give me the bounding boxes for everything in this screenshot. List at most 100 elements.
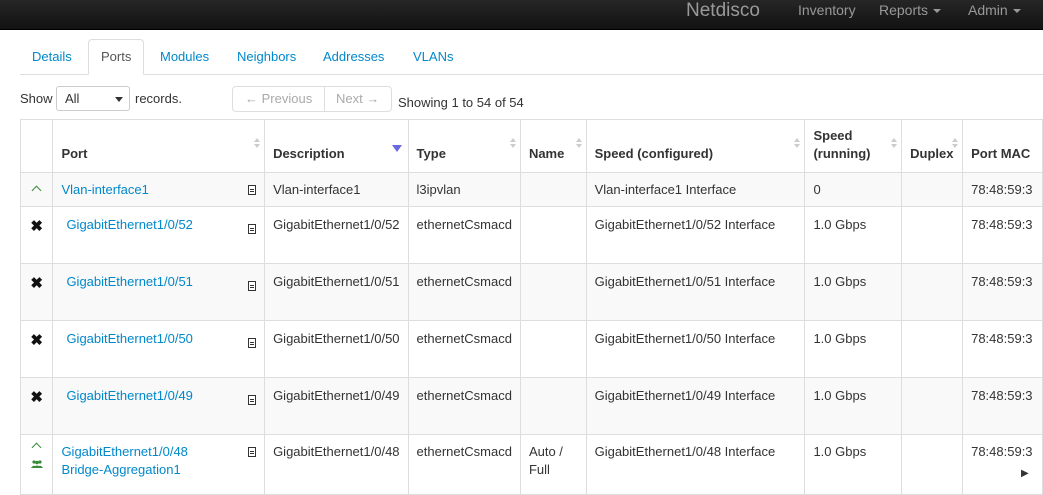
status-cell: ✖ [19,206,54,264]
speed-configured-cell: Vlan-interface1 Interface [585,172,806,207]
sort-icon [509,138,516,148]
name-cell [519,263,587,321]
port-cell: GigabitEthernet1/0/48 Bridge-Aggregation… [52,434,266,495]
description-cell: GigabitEthernet1/0/52 [264,206,409,264]
speed-configured-cell: GigabitEthernet1/0/52 Interface [585,206,806,264]
port-link[interactable]: GigabitEthernet1/0/48 [61,444,187,459]
table-row: ✖ GigabitEthernet1/0/51 GigabitEthernet1… [19,263,1043,321]
port-link[interactable]: GigabitEthernet1/0/49 [66,388,192,403]
name-cell [519,206,587,264]
status-cell: ✖ [19,320,54,378]
nav-reports[interactable]: Reports [879,2,942,18]
table-row: ✖ GigabitEthernet1/0/52 GigabitEthernet1… [19,206,1043,264]
port-link[interactable]: GigabitEthernet1/0/51 [66,274,192,289]
aggregation-link[interactable]: Bridge-Aggregation1 [61,462,180,477]
previous-button[interactable]: ← Previous [245,87,312,111]
name-cell [519,320,587,378]
port-mac-cell: 78:48:59:3 [962,434,1043,495]
port-down-icon: ✖ [30,218,43,235]
header-description-label: Description [273,146,345,161]
header-type[interactable]: Type [407,119,521,173]
sort-desc-icon [391,145,402,152]
page-length-value: All [65,91,80,106]
duplex-cell [901,172,964,207]
tab-modules[interactable]: Modules [148,40,221,73]
description-cell: GigabitEthernet1/0/49 [264,377,409,435]
sort-icon [952,138,959,148]
pager-divider [324,87,325,111]
name-cell [519,172,587,207]
speed-configured-cell: GigabitEthernet1/0/49 Interface [585,377,806,435]
speed-configured-cell: GigabitEthernet1/0/48 Interface [585,434,806,495]
header-name[interactable]: Name [519,119,587,173]
next-button[interactable]: Next → [336,87,379,111]
document-icon[interactable] [248,185,257,195]
nav-admin[interactable]: Admin [968,2,1021,18]
header-duplex[interactable]: Duplex [901,119,964,173]
sort-icon [575,138,582,148]
chevron-down-icon [115,97,123,102]
port-mac-cell: 78:48:59:3 [962,320,1043,378]
name-cell: Auto / Full [519,434,587,495]
description-cell: GigabitEthernet1/0/50 [264,320,409,378]
header-status [19,119,54,173]
status-cell: ✖ [19,377,54,435]
port-link[interactable]: GigabitEthernet1/0/50 [66,331,192,346]
port-up-icon [31,442,42,453]
port-mac-cell: 78:48:59:3 [962,172,1043,207]
tab-details[interactable]: Details [20,40,84,73]
document-icon[interactable] [248,338,257,348]
tab-vlans[interactable]: VLANs [401,40,465,73]
tab-addresses[interactable]: Addresses [311,40,396,73]
header-speed-running[interactable]: Speed (running) [804,119,903,173]
port-down-icon: ✖ [30,275,43,292]
chevron-down-icon [933,9,942,14]
group-icon [30,460,43,468]
type-cell: ethernetCsmacd [407,206,521,264]
document-icon[interactable] [248,224,257,234]
type-cell: ethernetCsmacd [407,263,521,321]
ports-table: Port Description Type Name Speed (config… [19,119,1043,495]
table-header-row: Port Description Type Name Speed (config… [19,119,1043,173]
description-cell: Vlan-interface1 [264,172,409,207]
status-cell [19,434,54,495]
port-down-icon: ✖ [30,332,43,349]
header-speed-configured-label: Speed (configured) [594,146,714,161]
device-tabs: Details Ports Modules Neighbors Addresse… [20,39,1043,75]
header-speed-configured[interactable]: Speed (configured) [585,119,806,173]
page-length-select[interactable]: All [56,86,130,111]
chevron-down-icon [1012,9,1021,14]
top-navbar: Netdisco Inventory Reports Admin [0,0,1043,30]
port-link[interactable]: GigabitEthernet1/0/52 [66,217,192,232]
table-row: ✖ GigabitEthernet1/0/49 GigabitEthernet1… [19,377,1043,435]
speed-running-cell: 0 [804,172,903,207]
header-port-label: Port [61,146,88,161]
header-port[interactable]: Port [52,119,266,173]
port-cell: GigabitEthernet1/0/49 [52,377,266,435]
description-cell: GigabitEthernet1/0/51 [264,263,409,321]
tab-neighbors[interactable]: Neighbors [225,40,308,73]
tab-ports[interactable]: Ports [88,39,145,75]
brand-logo[interactable]: Netdisco [686,0,760,21]
nav-admin-label: Admin [968,2,1008,18]
nav-inventory[interactable]: Inventory [798,2,856,18]
type-cell: ethernetCsmacd [407,377,521,435]
speed-running-cell: 1.0 Gbps [804,320,903,378]
table-info: Showing 1 to 54 of 54 [398,95,524,110]
document-icon[interactable] [248,281,257,291]
duplex-cell [901,206,964,264]
records-label: records. [135,91,182,106]
status-cell: ✖ [19,263,54,321]
table-row: ✖ GigabitEthernet1/0/50 GigabitEthernet1… [19,320,1043,378]
show-label: Show [20,91,53,106]
header-port-mac[interactable]: Port MAC [962,119,1043,173]
sort-icon [891,138,898,148]
description-cell: GigabitEthernet1/0/48 [264,434,409,495]
port-link[interactable]: Vlan-interface1 [61,182,148,197]
header-description[interactable]: Description [264,119,409,173]
port-cell: Vlan-interface1 [52,172,266,207]
table-row: Vlan-interface1 Vlan-interface1 l3ipvlan… [19,172,1043,207]
document-icon[interactable] [248,447,257,457]
document-icon[interactable] [248,395,257,405]
scroll-right-icon[interactable]: ▶ [1021,468,1029,479]
